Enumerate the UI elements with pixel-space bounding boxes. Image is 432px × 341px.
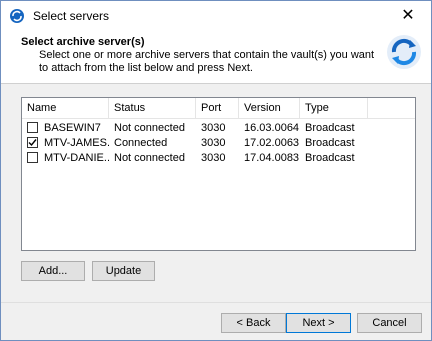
row-checkbox[interactable] xyxy=(27,152,38,163)
select-servers-dialog: Select servers ✕ Select archive server(s… xyxy=(0,0,432,341)
close-icon: ✕ xyxy=(401,7,415,24)
server-status: Not connected xyxy=(114,152,185,164)
table-row[interactable]: MTV-JAMES... Connected 3030 17.02.0063 B… xyxy=(22,136,415,151)
cancel-button[interactable]: Cancel xyxy=(357,313,422,333)
footer-separator xyxy=(1,302,431,303)
server-version: 17.04.0083 xyxy=(244,152,300,164)
sync-icon xyxy=(10,9,24,23)
title-bar: Select servers ✕ xyxy=(1,1,431,31)
column-header-name[interactable]: Name xyxy=(22,98,109,118)
server-name: MTV-DANIE... xyxy=(44,152,109,164)
server-type: Broadcast xyxy=(305,122,355,134)
server-port: 3030 xyxy=(201,152,226,164)
server-version: 17.02.0063 xyxy=(244,137,300,149)
checkmark-icon xyxy=(28,139,37,147)
update-button[interactable]: Update xyxy=(92,261,155,281)
server-name: BASEWIN7 xyxy=(44,122,101,134)
column-header-port[interactable]: Port xyxy=(196,98,239,118)
list-header: Name Status Port Version Type xyxy=(22,98,415,119)
row-checkbox[interactable] xyxy=(27,122,38,133)
page-description: Select one or more archive servers that … xyxy=(39,49,375,74)
next-button[interactable]: Next > xyxy=(286,313,351,333)
server-port: 3030 xyxy=(201,137,226,149)
server-list[interactable]: Name Status Port Version Type BASEWIN7 N… xyxy=(21,97,416,251)
server-version: 16.03.0064 xyxy=(244,122,300,134)
wizard-header: Select archive server(s) Select one or m… xyxy=(1,31,431,84)
server-type: Broadcast xyxy=(305,152,355,164)
column-header-status[interactable]: Status xyxy=(109,98,196,118)
row-checkbox[interactable] xyxy=(27,137,38,148)
close-button[interactable]: ✕ xyxy=(385,1,431,31)
table-row[interactable]: MTV-DANIE... Not connected 3030 17.04.00… xyxy=(22,151,415,166)
wizard-content: Name Status Port Version Type BASEWIN7 N… xyxy=(1,84,431,302)
column-header-version[interactable]: Version xyxy=(239,98,300,118)
server-name: MTV-JAMES... xyxy=(44,137,109,149)
page-title: Select archive server(s) xyxy=(21,36,145,48)
server-status: Connected xyxy=(114,137,168,149)
sync-arrows-icon xyxy=(387,35,421,69)
back-button[interactable]: < Back xyxy=(221,313,286,333)
column-header-type[interactable]: Type xyxy=(300,98,368,118)
server-type: Broadcast xyxy=(305,137,355,149)
server-port: 3030 xyxy=(201,122,226,134)
table-row[interactable]: BASEWIN7 Not connected 3030 16.03.0064 B… xyxy=(22,121,415,136)
server-status: Not connected xyxy=(114,122,185,134)
window-title: Select servers xyxy=(33,9,110,23)
add-button[interactable]: Add... xyxy=(21,261,85,281)
